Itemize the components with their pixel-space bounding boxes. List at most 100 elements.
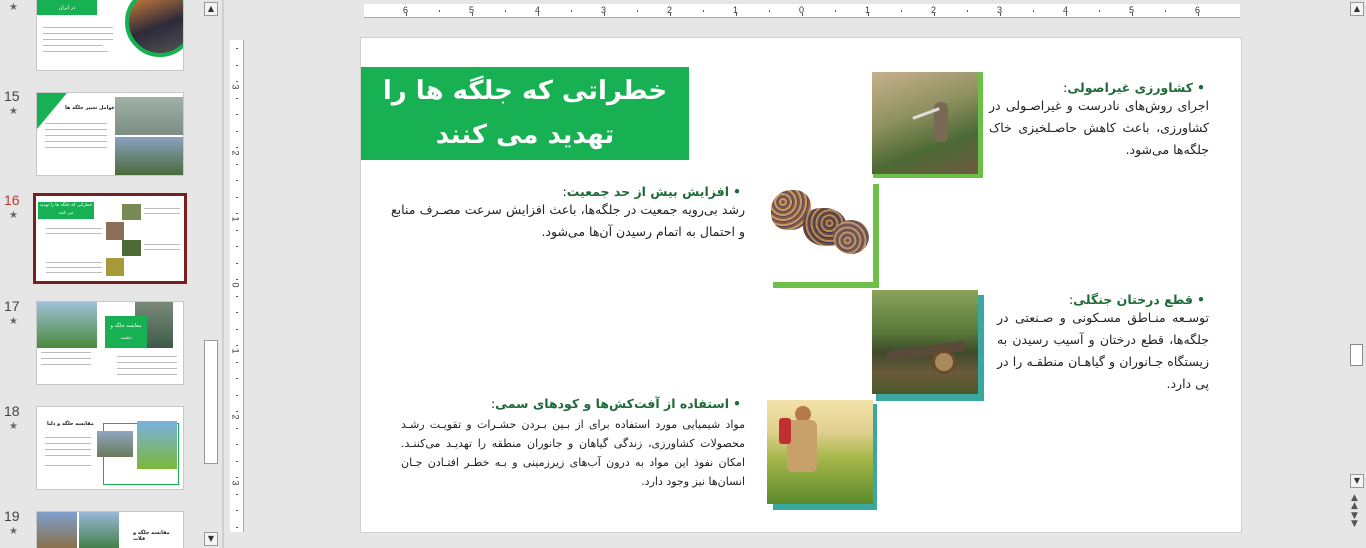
bullet-icon: • — [1197, 80, 1205, 95]
thumb-title: خطراتی که جلگه ها را تهدید می کنند — [38, 202, 94, 219]
slide-number: 19 — [4, 508, 20, 524]
ruler-tick — [236, 493, 238, 495]
slide-number: 16 — [4, 192, 20, 208]
ruler-label: 2 — [230, 414, 241, 420]
scroll-down-arrow-icon[interactable]: ▼ — [204, 532, 218, 546]
slide-title-text: خطراتی که جلگه ها را تهدید می کنند — [382, 76, 668, 150]
ruler-tick — [439, 10, 440, 12]
ruler-tick — [236, 147, 238, 148]
ruler-tick — [236, 526, 238, 528]
ruler-tick — [236, 378, 238, 379]
slide-thumbnail-15[interactable]: عوامل تغییر جلگه ها — [36, 92, 184, 176]
farmer-spraying-image[interactable] — [872, 72, 978, 174]
ruler-tick — [236, 163, 238, 165]
bullet-icon: • — [1197, 292, 1205, 307]
slide-number: 17 — [4, 298, 20, 314]
thumb-title: مقایسه جلگه و دلتا — [47, 421, 94, 427]
powerpoint-window: در ایران ★ 1 5 ★ عوامل تغییر جلگه ها 16 ★ — [0, 0, 1366, 548]
ruler-tick — [1033, 10, 1034, 12]
ruler-tick — [236, 328, 238, 330]
bullet-item-pesticides[interactable]: •استفاده از آفت‌کش‌ها و کودهای سمی: مواد… — [401, 396, 745, 491]
ruler-label: 1 — [733, 5, 739, 15]
scroll-down-arrow-icon[interactable]: ▼ — [1350, 474, 1364, 488]
bullet-body: اجرای روش‌های نادرست و غیراصـولی در کشاو… — [989, 98, 1209, 157]
ruler-tick — [236, 97, 238, 99]
previous-slide-icon[interactable]: ▲ ▲ — [1351, 494, 1358, 511]
ruler-tick — [236, 279, 238, 280]
bullet-heading: •قطع درختان جنگلی: — [997, 292, 1209, 307]
thumbnail-scrollbar[interactable]: ▲ ▼ — [203, 0, 219, 548]
thumb-image — [137, 421, 177, 469]
ruler-label: 1 — [230, 216, 241, 222]
slide-thumbnail-19[interactable]: مقایسه جلگه و فلات — [36, 511, 184, 548]
thumb-image — [106, 222, 124, 240]
slide-thumbnail-14[interactable]: در ایران — [36, 0, 184, 71]
thumb-image — [37, 302, 97, 348]
ruler-label: 5 — [1129, 5, 1135, 15]
thumb-image — [122, 240, 141, 256]
star-icon: ★ — [9, 2, 18, 13]
bullet-heading: •افزایش بیش از حد جمعیت: — [391, 184, 745, 199]
ruler-label: 4 — [1063, 5, 1069, 15]
ruler-tick — [236, 361, 238, 363]
ruler-label: 3 — [230, 84, 241, 90]
thumb-image — [97, 431, 133, 457]
bullet-body: توسـعه منـاطق مسـکونی و صـنعتی در جلگه‌ه… — [997, 310, 1209, 391]
ruler-tick — [236, 477, 238, 478]
ruler-tick — [236, 196, 238, 198]
thumb-image — [79, 512, 119, 548]
slide-canvas[interactable]: خطراتی که جلگه ها را تهدید می کنند •کشاو… — [360, 37, 1242, 533]
bullet-icon: • — [733, 396, 741, 411]
slide-scrollbar[interactable]: ▲ ▼ ▲ ▲ ▼ ▼ — [1348, 0, 1366, 548]
ruler-tick — [236, 295, 238, 297]
pane-divider[interactable] — [222, 0, 224, 548]
bullet-body: رشد بی‌رویه جمعیت در جلگه‌ها، باعث افزای… — [391, 202, 745, 239]
ruler-tick — [236, 213, 238, 214]
ruler-tick — [236, 130, 238, 132]
slide-thumbnail-16-selected[interactable]: خطراتی که جلگه ها را تهدید می کنند — [33, 193, 187, 284]
next-slide-icon[interactable]: ▼ ▼ — [1351, 512, 1358, 529]
bullet-item-agriculture[interactable]: •کشاورزی غیراصولی: اجرای روش‌های نادرست … — [989, 80, 1209, 161]
deforestation-image[interactable] — [872, 290, 978, 394]
ruler-tick — [637, 10, 638, 12]
ruler-label: 3 — [230, 480, 241, 486]
ruler-tick — [236, 262, 238, 264]
slide-thumbnail-17[interactable]: مقایسه جلگه و دشت — [36, 301, 184, 385]
ruler-tick — [236, 312, 238, 313]
ruler-tick — [236, 427, 238, 429]
scrollbar-thumb[interactable] — [1350, 344, 1363, 366]
ruler-tick — [236, 229, 238, 231]
ruler-label: 5 — [469, 5, 475, 15]
star-icon: ★ — [9, 526, 18, 537]
slide-number: 18 — [4, 403, 20, 419]
ruler-tick — [236, 460, 238, 462]
ruler-tick — [571, 10, 572, 12]
star-icon: ★ — [9, 316, 18, 327]
pesticide-spraying-image[interactable] — [767, 400, 873, 504]
ruler-tick — [236, 180, 238, 181]
bullet-body: مواد شیمیایی مورد استفاده برای از بـین ب… — [401, 418, 745, 488]
ruler-tick — [1165, 10, 1166, 12]
thumb-title: مقایسه جلگه و فلات — [133, 530, 170, 542]
thumb-image — [115, 137, 183, 175]
bullet-item-population[interactable]: •افزایش بیش از حد جمعیت: رشد بی‌رویه جمع… — [391, 184, 745, 243]
thumb-image — [37, 512, 77, 548]
thumb-image — [115, 97, 183, 135]
slide-thumbnail-18[interactable]: مقایسه جلگه و دلتا — [36, 406, 184, 490]
scroll-up-arrow-icon[interactable]: ▲ — [204, 2, 218, 16]
ruler-tick — [769, 10, 770, 12]
ruler-tick — [236, 246, 238, 247]
slide-title[interactable]: خطراتی که جلگه ها را تهدید می کنند — [361, 67, 689, 160]
thumb-title: مقایسه جلگه و دشت — [105, 316, 147, 348]
ruler-tick — [236, 48, 238, 49]
ruler-tick — [236, 444, 238, 445]
scrollbar-thumb[interactable] — [204, 340, 218, 464]
vertical-ruler[interactable]: 3 2 1 0 1 2 3 — [230, 40, 244, 532]
star-icon: ★ — [9, 106, 18, 117]
bullet-item-deforestation[interactable]: •قطع درختان جنگلی: توسـعه منـاطق مسـکونی… — [997, 292, 1209, 395]
horizontal-ruler[interactable]: 6 5 4 3 2 1 0 1 2 3 4 5 6 — [364, 4, 1240, 18]
ruler-tick — [901, 10, 902, 12]
scroll-up-arrow-icon[interactable]: ▲ — [1350, 2, 1364, 16]
ruler-label: 2 — [667, 5, 673, 15]
crowd-population-image[interactable] — [767, 180, 873, 282]
